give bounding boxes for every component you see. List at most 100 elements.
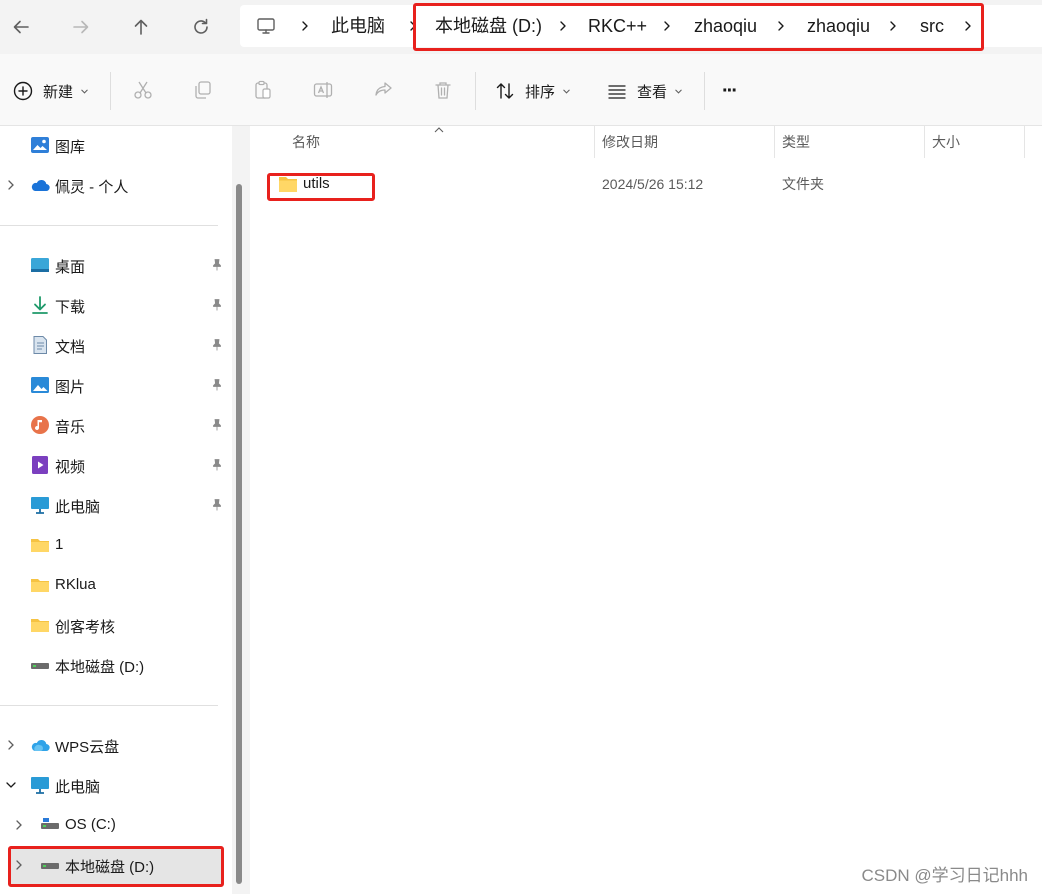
share-icon: [375, 82, 392, 96]
scissors-icon: [134, 81, 152, 99]
sidebar-item-label: 佩灵 - 个人: [55, 179, 129, 196]
desktop-icon: [30, 255, 50, 275]
sidebar-item-label: 桌面: [55, 259, 86, 276]
breadcrumb-item-zhaoqiu-2[interactable]: zhaoqiu: [807, 5, 870, 47]
chevron-right-icon[interactable]: [660, 19, 674, 33]
sidebar-item-this-pc[interactable]: 此电脑: [0, 766, 230, 804]
share-button[interactable]: [372, 79, 396, 103]
sidebar-item-videos[interactable]: 视频: [0, 446, 230, 484]
divider: [475, 72, 476, 110]
refresh-button[interactable]: [184, 10, 218, 44]
file-type: 文件夹: [782, 176, 824, 192]
new-label: 新建: [43, 83, 74, 101]
sidebar-item-documents[interactable]: 文档: [0, 326, 230, 364]
list-view-icon: [608, 85, 626, 99]
pin-icon[interactable]: [210, 378, 224, 392]
trash-icon: [435, 82, 451, 99]
sidebar-item-label: 音乐: [55, 419, 86, 436]
sidebar-item-folder-1[interactable]: 1: [0, 526, 230, 564]
file-name[interactable]: utils: [303, 168, 330, 200]
delete-button[interactable]: [432, 79, 456, 103]
sidebar-scrollbar-thumb[interactable]: [236, 184, 242, 884]
column-header-date[interactable]: 修改日期: [602, 126, 658, 158]
back-button[interactable]: [4, 10, 38, 44]
chevron-right-icon[interactable]: [406, 19, 420, 33]
chevron-right-icon[interactable]: [556, 19, 570, 33]
file-list: 名称 修改日期 类型 大小 utils 2024/5/26 15:12 文件夹: [250, 126, 1042, 894]
picture-icon: [30, 375, 50, 395]
chevron-right-icon[interactable]: [886, 19, 900, 33]
pin-icon[interactable]: [210, 338, 224, 352]
paste-button[interactable]: [252, 79, 276, 103]
pin-icon[interactable]: [210, 498, 224, 512]
forward-button[interactable]: [64, 10, 98, 44]
breadcrumb-item-drive-d[interactable]: 本地磁盘 (D:): [435, 5, 542, 47]
arrow-left-icon: [13, 20, 29, 34]
breadcrumb-item-src[interactable]: src: [920, 5, 944, 47]
sidebar-item-label: 本地磁盘 (D:): [65, 859, 155, 876]
sidebar-item-drive-d-pinned[interactable]: 本地磁盘 (D:): [0, 646, 230, 684]
column-header-type[interactable]: 类型: [782, 126, 810, 158]
table-row[interactable]: utils 2024/5/26 15:12 文件夹: [268, 168, 1028, 200]
chevron-right-icon[interactable]: [774, 19, 788, 33]
chevron-right-icon[interactable]: [12, 858, 26, 872]
chevron-right-icon[interactable]: [961, 19, 975, 33]
sidebar-item-pictures[interactable]: 图片: [0, 366, 230, 404]
drive-icon: [30, 655, 50, 675]
cut-button[interactable]: [132, 79, 156, 103]
plus-circle-icon: [13, 81, 33, 101]
sidebar-item-drive-c[interactable]: OS (C:): [0, 806, 230, 844]
onedrive-cloud-icon: [30, 175, 50, 195]
up-button[interactable]: [124, 10, 158, 44]
column-divider[interactable]: [1024, 126, 1025, 158]
chevron-right-icon[interactable]: [12, 818, 26, 832]
view-button[interactable]: 查看: [606, 76, 683, 106]
sort-ascending-icon: [434, 127, 444, 133]
divider: [110, 72, 111, 110]
chevron-right-icon[interactable]: [4, 178, 18, 192]
copy-button[interactable]: [192, 79, 216, 103]
new-button[interactable]: 新建: [12, 76, 89, 106]
column-header-size[interactable]: 大小: [932, 126, 960, 158]
sidebar-item-drive-d[interactable]: 本地磁盘 (D:): [10, 846, 222, 884]
pin-icon[interactable]: [210, 298, 224, 312]
folder-icon: [30, 535, 50, 555]
rename-button[interactable]: [312, 79, 336, 103]
sidebar-item-music[interactable]: 音乐: [0, 406, 230, 444]
column-divider[interactable]: [924, 126, 925, 158]
video-icon: [30, 455, 50, 475]
pin-icon[interactable]: [210, 418, 224, 432]
view-label: 查看: [637, 83, 668, 101]
sort-label: 排序: [525, 83, 556, 101]
chevron-right-icon[interactable]: [4, 738, 18, 752]
computer-icon: [257, 18, 275, 34]
refresh-icon: [194, 18, 208, 34]
breadcrumb-item-this-pc[interactable]: 此电脑: [331, 5, 385, 47]
more-options-button[interactable]: ···: [722, 76, 738, 106]
sort-button[interactable]: 排序: [494, 76, 571, 106]
gallery-icon: [30, 135, 50, 155]
clipboard-icon: [255, 80, 271, 99]
sidebar-item-onedrive[interactable]: 佩灵 - 个人: [0, 166, 230, 204]
chevron-right-icon[interactable]: [298, 19, 312, 33]
pin-icon[interactable]: [210, 458, 224, 472]
breadcrumb-item-rkcpp[interactable]: RKC++: [588, 5, 647, 47]
column-divider[interactable]: [774, 126, 775, 158]
sidebar-item-desktop[interactable]: 桌面: [0, 246, 230, 284]
music-icon: [30, 415, 50, 435]
breadcrumb-item-zhaoqiu[interactable]: zhaoqiu: [694, 5, 757, 47]
download-icon: [30, 295, 50, 315]
sidebar-item-folder-rklua[interactable]: RKlua: [0, 566, 230, 604]
sidebar-item-folder-maker[interactable]: 创客考核: [0, 606, 230, 644]
sidebar-item-downloads[interactable]: 下载: [0, 286, 230, 324]
chevron-down-icon[interactable]: [4, 778, 18, 792]
sidebar-item-wps-cloud[interactable]: WPS云盘: [0, 726, 230, 764]
column-header-name[interactable]: 名称: [292, 126, 320, 158]
pin-icon[interactable]: [210, 258, 224, 272]
sidebar-item-label: 图库: [55, 139, 86, 156]
column-divider[interactable]: [594, 126, 595, 158]
address-bar[interactable]: 此电脑 本地磁盘 (D:) RKC++ zhaoqiu zhaoqiu src: [240, 5, 1042, 47]
sidebar-item-this-pc-pinned[interactable]: 此电脑: [0, 486, 230, 524]
sidebar-item-gallery[interactable]: 图库: [0, 126, 230, 164]
arrow-up-icon: [134, 19, 148, 35]
